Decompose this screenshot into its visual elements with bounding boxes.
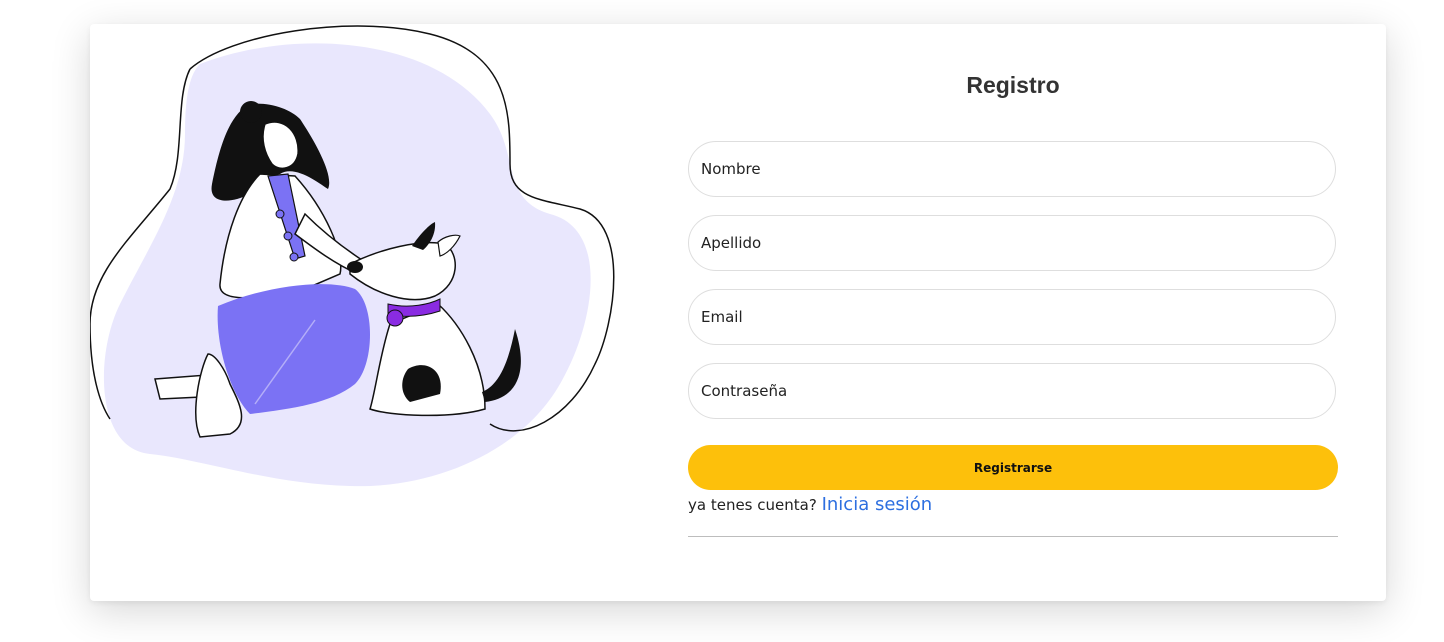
nombre-field[interactable] — [688, 141, 1336, 197]
apellido-field[interactable] — [688, 215, 1336, 271]
register-form: Registro Registrarse ya tenes cuenta? In… — [688, 24, 1338, 601]
login-prompt-text: ya tenes cuenta? — [688, 496, 817, 514]
dog-tag — [386, 309, 404, 327]
login-link[interactable]: Inicia sesión — [822, 494, 933, 515]
login-prompt-line: ya tenes cuenta? Inicia sesión — [688, 494, 932, 515]
woman-petting-dog-illustration — [90, 25, 615, 487]
form-title: Registro — [966, 72, 1060, 98]
dog-nose — [347, 261, 363, 273]
password-field[interactable] — [688, 363, 1336, 419]
divider — [688, 536, 1338, 537]
email-field[interactable] — [688, 289, 1336, 345]
register-button[interactable]: Registrarse — [688, 445, 1338, 490]
woman-hair-bun — [240, 101, 262, 123]
register-card: Registro Registrarse ya tenes cuenta? In… — [90, 24, 1386, 601]
